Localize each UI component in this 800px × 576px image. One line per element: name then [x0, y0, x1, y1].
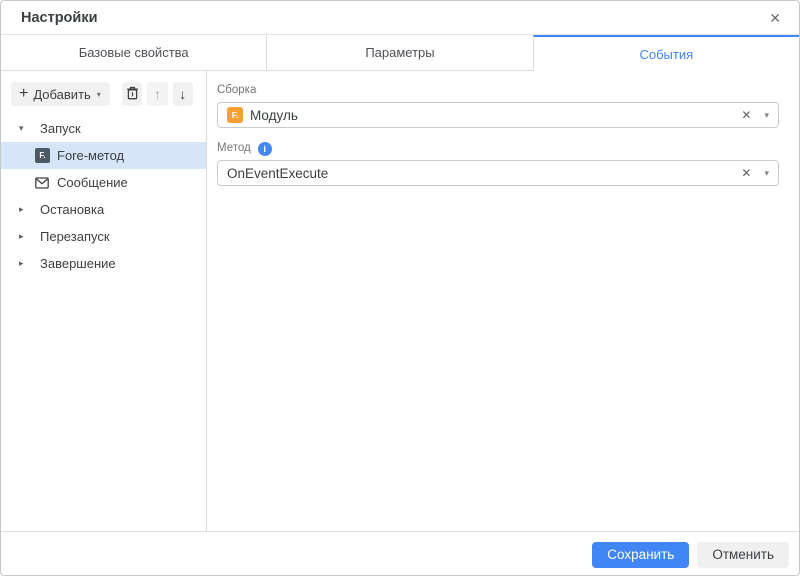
module-icon-glyph: F. [231, 110, 239, 120]
module-icon: F. [227, 107, 243, 123]
tree-item-stop[interactable]: ▸ Остановка [1, 196, 206, 223]
method-label: Метод [217, 142, 251, 155]
save-button[interactable]: Сохранить [592, 541, 690, 568]
tree-item-label: Fore-метод [57, 148, 125, 163]
arrow-up-icon: ↑ [153, 86, 161, 102]
tree-toolbar: + Добавить ▾ ↑ ↓ [11, 82, 198, 106]
expander-collapsed-icon[interactable]: ▸ [19, 231, 33, 242]
chevron-down-icon: ▾ [96, 89, 101, 99]
tree-item-label: Сообщение [57, 175, 128, 190]
delete-button[interactable] [121, 82, 143, 106]
clear-icon[interactable]: ✕ [738, 167, 754, 179]
events-panel: + Добавить ▾ ↑ ↓ ▾ Запуск F. Fore-метод … [1, 71, 207, 531]
add-button[interactable]: + Добавить ▾ [11, 82, 110, 106]
events-tree: ▾ Запуск F. Fore-метод Сообщение ▸ Остан… [1, 115, 206, 277]
expander-expanded-icon[interactable]: ▾ [19, 123, 33, 134]
dialog-header: Настройки ✕ [1, 1, 799, 35]
tree-item-message[interactable]: Сообщение [1, 169, 206, 196]
tab-basic-properties[interactable]: Базовые свойства [1, 35, 267, 71]
assembly-combobox[interactable]: F. Модуль ✕ ▾ [217, 102, 779, 128]
assembly-value: Модуль [250, 107, 298, 123]
tree-item-fore-method[interactable]: F. Fore-метод [1, 142, 206, 169]
assembly-label: Сборка [217, 84, 257, 97]
tree-item-finish[interactable]: ▸ Завершение [1, 250, 206, 277]
tab-parameters[interactable]: Параметры [266, 35, 533, 71]
arrow-down-icon: ↓ [179, 86, 187, 102]
dropdown-caret-icon[interactable]: ▾ [764, 168, 769, 178]
event-form: Сборка F. Модуль ✕ ▾ Метод i OnEventExec… [207, 71, 799, 531]
message-icon [35, 176, 50, 189]
cancel-button[interactable]: Отменить [697, 541, 789, 568]
settings-dialog: Настройки ✕ Базовые свойства Параметры С… [0, 0, 800, 576]
method-value: OnEventExecute [227, 165, 329, 181]
tab-events[interactable]: События [532, 35, 799, 71]
tree-item-launch[interactable]: ▾ Запуск [1, 115, 206, 142]
tree-item-label: Остановка [40, 202, 105, 217]
tree-item-label: Запуск [40, 121, 81, 136]
expander-collapsed-icon[interactable]: ▸ [19, 258, 33, 269]
method-label-row: Метод i [217, 142, 779, 156]
dropdown-caret-icon[interactable]: ▾ [764, 110, 769, 120]
tree-item-label: Перезапуск [40, 229, 110, 244]
add-button-label: Добавить [33, 86, 91, 102]
close-icon[interactable]: ✕ [769, 11, 781, 25]
fore-method-icon-glyph: F. [39, 151, 46, 160]
trash-icon [126, 86, 139, 103]
tab-bar: Базовые свойства Параметры События [1, 35, 799, 71]
dialog-body: + Добавить ▾ ↑ ↓ ▾ Запуск F. Fore-метод … [1, 71, 799, 531]
info-icon: i [257, 142, 272, 156]
move-up-button[interactable]: ↑ [147, 82, 168, 106]
tree-item-label: Завершение [40, 256, 116, 271]
tree-item-restart[interactable]: ▸ Перезапуск [1, 223, 206, 250]
plus-icon: + [19, 84, 29, 102]
move-down-button[interactable]: ↓ [172, 82, 193, 106]
fore-method-icon: F. [35, 148, 50, 163]
dialog-footer: Сохранить Отменить [1, 531, 799, 575]
method-combobox[interactable]: OnEventExecute ✕ ▾ [217, 160, 779, 186]
expander-collapsed-icon[interactable]: ▸ [19, 204, 33, 215]
clear-icon[interactable]: ✕ [738, 109, 754, 121]
assembly-label-row: Сборка [217, 84, 779, 98]
dialog-title: Настройки [21, 9, 98, 26]
